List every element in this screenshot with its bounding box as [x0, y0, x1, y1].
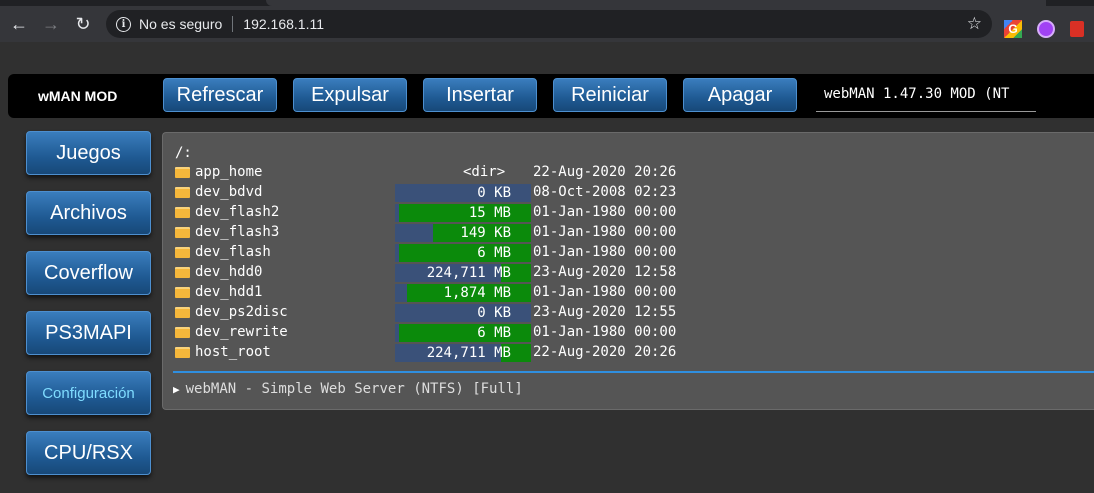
security-label[interactable]: No es seguro — [139, 16, 222, 32]
sidebar-item-settings[interactable]: Configuración — [26, 371, 151, 415]
size-bar: 149 KB — [395, 224, 531, 242]
file-date: 01-Jan-1980 00:00 — [533, 324, 677, 340]
purple-extension-icon[interactable] — [1037, 20, 1055, 38]
file-name-link[interactable]: dev_rewrite — [195, 324, 288, 340]
folder-icon — [175, 327, 190, 338]
panel-divider — [173, 371, 1094, 373]
file-date: 23-Aug-2020 12:58 — [533, 264, 677, 280]
folder-icon — [175, 347, 190, 358]
table-row[interactable]: dev_hdd0 224,711 MB 23-Aug-2020 12:58 — [173, 263, 733, 283]
sidebar-item-coverflow[interactable]: Coverflow — [26, 251, 151, 295]
file-name-link[interactable]: dev_hdd1 — [195, 284, 262, 300]
bookmark-star-icon[interactable]: ☆ — [967, 14, 982, 34]
address-bar[interactable]: i No es seguro 192.168.1.11 ☆ — [106, 10, 992, 38]
file-size: 6 MB — [477, 245, 511, 261]
file-date: 08-Oct-2008 02:23 — [533, 184, 677, 200]
size-bar: 224,711 MB — [395, 264, 531, 282]
refresh-button[interactable]: Refrescar — [163, 78, 277, 112]
table-row[interactable]: host_root 224,711 MB 22-Aug-2020 20:26 — [173, 343, 733, 363]
browser-toolbar: ← → ↻ i No es seguro 192.168.1.11 ☆ G — [0, 6, 1094, 42]
forward-icon[interactable]: → — [38, 11, 64, 37]
table-row[interactable]: app_home <dir> 22-Aug-2020 20:26 — [173, 163, 733, 183]
file-name-link[interactable]: dev_bdvd — [195, 184, 262, 200]
table-row[interactable]: dev_rewrite 6 MB 01-Jan-1980 00:00 — [173, 323, 733, 343]
info-icon[interactable]: i — [116, 16, 131, 32]
sidebar-item-games[interactable]: Juegos — [26, 131, 151, 175]
webman-page: wMAN MOD Refrescar Expulsar Insertar Rei… — [0, 42, 1094, 493]
google-translate-icon[interactable]: G — [1004, 20, 1022, 38]
folder-icon — [175, 247, 190, 258]
folder-icon — [175, 307, 190, 318]
file-name-link[interactable]: app_home — [195, 164, 262, 180]
file-date: 22-Aug-2020 20:26 — [533, 344, 677, 360]
size-bar: 0 KB — [395, 184, 531, 202]
table-row[interactable]: dev_ps2disc 0 KB 23-Aug-2020 12:55 — [173, 303, 733, 323]
server-footer-text: webMAN - Simple Web Server (NTFS) [Full] — [185, 381, 523, 397]
address-separator — [232, 16, 234, 32]
size-bar-fill — [399, 244, 531, 262]
file-name-link[interactable]: dev_hdd0 — [195, 264, 262, 280]
sidebar-item-ps3mapi[interactable]: PS3MAPI — [26, 311, 151, 355]
file-date: 01-Jan-1980 00:00 — [533, 244, 677, 260]
folder-icon — [175, 287, 190, 298]
file-size: 6 MB — [477, 325, 511, 341]
folder-icon — [175, 207, 190, 218]
file-size: 0 KB — [477, 305, 511, 321]
reload-icon[interactable]: ↻ — [70, 11, 96, 37]
file-name-link[interactable]: host_root — [195, 344, 271, 360]
file-date: 22-Aug-2020 20:26 — [533, 164, 677, 180]
file-date: 01-Jan-1980 00:00 — [533, 204, 677, 220]
file-size: 15 MB — [468, 205, 511, 221]
size-bar: 6 MB — [395, 244, 531, 262]
size-bar-fill — [399, 324, 531, 342]
header-bar: wMAN MOD Refrescar Expulsar Insertar Rei… — [8, 74, 1094, 118]
file-date: 23-Aug-2020 12:55 — [533, 304, 677, 320]
back-icon[interactable]: ← — [6, 11, 32, 37]
file-name-link[interactable]: dev_flash3 — [195, 224, 279, 240]
file-date: 01-Jan-1980 00:00 — [533, 224, 677, 240]
file-date: 01-Jan-1980 00:00 — [533, 284, 677, 300]
version-input[interactable]: webMAN 1.47.30 MOD (NT — [816, 80, 1036, 112]
size-bar: 0 KB — [395, 304, 531, 322]
folder-icon — [175, 267, 190, 278]
folder-icon — [175, 227, 190, 238]
sidebar-item-files[interactable]: Archivos — [26, 191, 151, 235]
file-name-link[interactable]: dev_flash — [195, 244, 271, 260]
file-name-link[interactable]: dev_ps2disc — [195, 304, 288, 320]
file-name-link[interactable]: dev_flash2 — [195, 204, 279, 220]
eject-button[interactable]: Expulsar — [293, 78, 407, 112]
folder-icon — [175, 167, 190, 178]
brand-title: wMAN MOD — [38, 88, 118, 104]
file-size: <dir> — [463, 164, 506, 180]
file-size: 149 KB — [460, 225, 511, 241]
size-bar: 6 MB — [395, 324, 531, 342]
file-size: 224,711 MB — [426, 345, 511, 361]
size-bar-fill — [399, 204, 531, 222]
table-row[interactable]: dev_flash2 15 MB 01-Jan-1980 00:00 — [173, 203, 733, 223]
current-path: /: — [175, 145, 192, 161]
file-browser-panel: /: app_home <dir> 22-Aug-2020 20:26 dev_bdv… — [162, 132, 1094, 410]
file-size: 224,711 MB — [426, 265, 511, 281]
size-bar: 224,711 MB — [395, 344, 531, 362]
size-bar: 1,874 MB — [395, 284, 531, 302]
server-footer[interactable]: ▶ webMAN - Simple Web Server (NTFS) [Full… — [173, 381, 523, 397]
file-list: app_home <dir> 22-Aug-2020 20:26 dev_bdvd 0 … — [173, 163, 733, 363]
table-row[interactable]: dev_flash3 149 KB 01-Jan-1980 00:00 — [173, 223, 733, 243]
table-row[interactable]: dev_flash 6 MB 01-Jan-1980 00:00 — [173, 243, 733, 263]
url-text[interactable]: 192.168.1.11 — [243, 16, 324, 32]
red-extension-icon[interactable] — [1070, 21, 1084, 37]
table-row[interactable]: dev_bdvd 0 KB 08-Oct-2008 02:23 — [173, 183, 733, 203]
file-size: 0 KB — [477, 185, 511, 201]
file-size: 1,874 MB — [443, 285, 511, 301]
expand-triangle-icon[interactable]: ▶ — [173, 383, 180, 396]
sidebar-item-cpu-rsx[interactable]: CPU/RSX — [26, 431, 151, 475]
shutdown-button[interactable]: Apagar — [683, 78, 797, 112]
table-row[interactable]: dev_hdd1 1,874 MB 01-Jan-1980 00:00 — [173, 283, 733, 303]
folder-icon — [175, 187, 190, 198]
size-bar: 15 MB — [395, 204, 531, 222]
insert-button[interactable]: Insertar — [423, 78, 537, 112]
restart-button[interactable]: Reiniciar — [553, 78, 667, 112]
